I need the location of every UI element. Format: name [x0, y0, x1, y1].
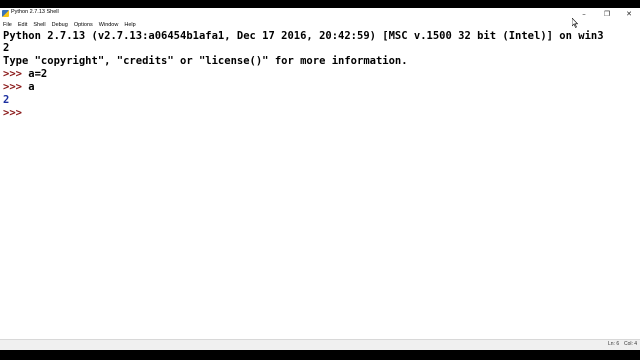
window-title: Python 2.7.13 Shell — [11, 9, 59, 15]
menu-file[interactable]: File — [3, 22, 12, 28]
menu-window[interactable]: Window — [99, 22, 119, 28]
menu-edit[interactable]: Edit — [18, 22, 27, 28]
banner-line-3: Type "copyright", "credits" or "license(… — [3, 55, 408, 67]
output-line: 2 — [3, 94, 10, 106]
mouse-cursor-icon — [572, 18, 578, 28]
banner-line-1: Python 2.7.13 (v2.7.13:a06454b1afa1, Dec… — [3, 30, 604, 42]
status-bar: Ln: 6 Col: 4 — [0, 339, 640, 350]
menu-debug[interactable]: Debug — [52, 22, 68, 28]
status-line: Ln: 6 — [608, 341, 620, 347]
prompt: >>> — [3, 81, 22, 93]
input-text: a=2 — [21, 68, 48, 80]
banner-line-2: 2 — [3, 42, 10, 54]
status-col: Col: 4 — [624, 341, 638, 347]
prompt: >>> — [3, 68, 22, 80]
restore-button[interactable]: ❐ — [596, 8, 618, 20]
input-line-2: >>> a — [3, 81, 35, 93]
shell-text-area[interactable]: Python 2.7.13 (v2.7.13:a06454b1afa1, Dec… — [0, 29, 640, 339]
menu-options[interactable]: Options — [74, 22, 93, 28]
prompt: >>> — [3, 107, 22, 119]
menu-shell[interactable]: Shell — [33, 22, 45, 28]
title-bar[interactable]: Python 2.7.13 Shell – ❐ ✕ — [0, 8, 640, 20]
python-icon — [2, 10, 9, 17]
idle-shell-window: Python 2.7.13 Shell – ❐ ✕ File Edit Shel… — [0, 8, 640, 350]
current-prompt-line[interactable]: >>> — [3, 107, 22, 119]
input-text: a — [21, 81, 35, 93]
menu-help[interactable]: Help — [124, 22, 135, 28]
close-button[interactable]: ✕ — [618, 8, 640, 20]
menu-bar: File Edit Shell Debug Options Window Hel… — [0, 20, 640, 29]
input-line-1: >>> a=2 — [3, 68, 47, 80]
